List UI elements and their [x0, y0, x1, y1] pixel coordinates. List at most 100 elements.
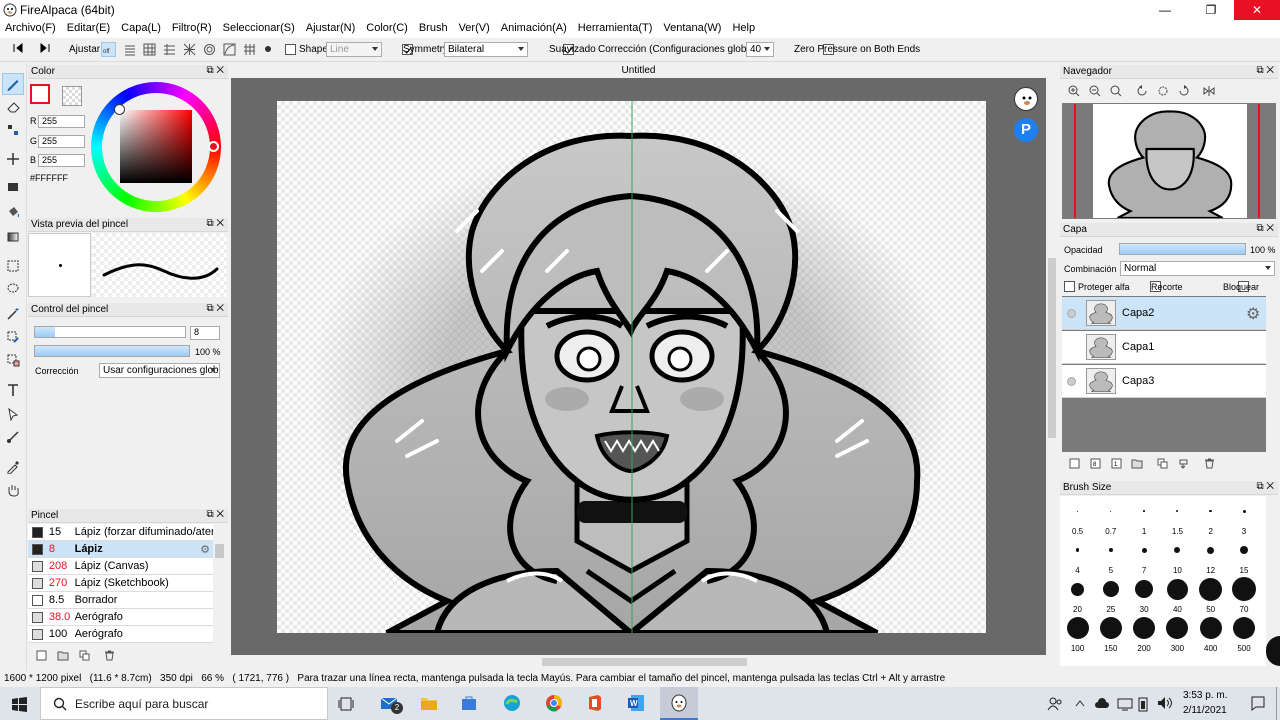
- new-8bit-layer-icon[interactable]: 8: [1090, 458, 1101, 469]
- battery-icon[interactable]: [1137, 696, 1149, 712]
- hand-tool-icon[interactable]: [2, 479, 24, 501]
- snap-crisscross-icon[interactable]: [162, 42, 177, 57]
- menu-color[interactable]: Color(C): [366, 20, 413, 38]
- magic-wand-tool-icon[interactable]: [2, 303, 24, 325]
- menu-editar[interactable]: Editar(E): [67, 20, 115, 38]
- brush-list-item[interactable]: 15 Lápiz (forzar difuminado/aten: [28, 524, 213, 541]
- snap-settings-icon[interactable]: [265, 46, 271, 52]
- merge-layer-icon[interactable]: [1178, 458, 1189, 469]
- panel-close-icon[interactable]: ⧉ ✕: [1256, 481, 1274, 492]
- snap-parallel-icon[interactable]: [122, 42, 137, 57]
- brush-list-item[interactable]: 38.0 Aerógrafo: [28, 609, 213, 626]
- snap-radial-icon[interactable]: [182, 42, 197, 57]
- menu-animacion[interactable]: Animación(A): [501, 20, 572, 38]
- brush-size-option[interactable]: 15: [1228, 537, 1261, 575]
- folder-brush-icon[interactable]: [57, 650, 69, 661]
- navigator-preview[interactable]: [1062, 103, 1276, 219]
- pen-tool-icon[interactable]: [2, 73, 24, 95]
- store-icon[interactable]: [460, 695, 478, 711]
- b-field[interactable]: 255: [38, 154, 85, 167]
- mail-icon[interactable]: 2: [380, 694, 403, 714]
- zoom-in-icon[interactable]: [1068, 85, 1080, 97]
- brush-size-option[interactable]: 200: [1128, 615, 1161, 653]
- flip-right-icon[interactable]: [40, 43, 50, 53]
- delete-brush-icon[interactable]: [104, 650, 115, 661]
- dot-tool-icon[interactable]: [2, 119, 24, 141]
- blend-mode-select[interactable]: Normal: [1120, 261, 1275, 276]
- brush-size-option[interactable]: 0.7: [1094, 498, 1127, 536]
- snap-off-icon[interactable]: off: [101, 42, 116, 57]
- layer-folder-icon[interactable]: [1131, 458, 1143, 469]
- panel-close-icon[interactable]: ⧉ ✕: [1256, 223, 1274, 234]
- eyedropper-tool-icon[interactable]: [2, 456, 24, 478]
- snap-curve-icon[interactable]: [222, 42, 237, 57]
- canvas-vertical-scrollbar[interactable]: [1046, 78, 1058, 655]
- task-view-icon[interactable]: [338, 696, 354, 712]
- canvas-tab[interactable]: Untitled: [231, 63, 1046, 78]
- color-wheel[interactable]: [91, 82, 221, 212]
- taskbar-search[interactable]: Escribe aquí para buscar: [40, 687, 328, 720]
- show-desktop-button[interactable]: [1276, 687, 1280, 720]
- shape-select[interactable]: Line: [326, 42, 382, 57]
- primary-color-swatch[interactable]: [30, 84, 50, 104]
- brush-size-option[interactable]: 4: [1061, 537, 1094, 575]
- select-pen-tool-icon[interactable]: [2, 326, 24, 348]
- new-layer-icon[interactable]: [1069, 458, 1080, 469]
- brush-size-option[interactable]: 5: [1094, 537, 1127, 575]
- menu-ajustar[interactable]: Ajustar(N): [306, 20, 361, 38]
- move-tool-icon[interactable]: [2, 148, 24, 170]
- duplicate-layer-icon[interactable]: [1157, 458, 1168, 469]
- bucket-tool-icon[interactable]: [2, 201, 24, 223]
- chrome-browser-icon[interactable]: [545, 694, 563, 712]
- brush-size-field[interactable]: 8: [190, 326, 220, 340]
- menu-help[interactable]: Help: [732, 20, 760, 38]
- clock-date[interactable]: 2/11/2021: [1183, 705, 1227, 716]
- panel-close-icon[interactable]: ⧉ ✕: [206, 65, 224, 76]
- maximize-button[interactable]: ❐: [1188, 0, 1234, 20]
- word-icon[interactable]: W: [627, 694, 645, 712]
- delete-layer-icon[interactable]: [1204, 458, 1215, 469]
- brush-size-option[interactable]: 1.5: [1161, 498, 1194, 536]
- alpaca-mascot-icon[interactable]: [1014, 87, 1038, 111]
- protect-alpha-checkbox[interactable]: [1064, 281, 1075, 292]
- brush-size-option[interactable]: 500: [1228, 615, 1261, 653]
- brush-size-option[interactable]: 50: [1194, 576, 1227, 614]
- snap-grid-icon[interactable]: [142, 42, 157, 57]
- new-1bit-layer-icon[interactable]: 1: [1111, 458, 1122, 469]
- brush-size-option[interactable]: 12: [1194, 537, 1227, 575]
- lasso-tool-icon[interactable]: [2, 278, 24, 300]
- brush-size-option[interactable]: 100: [1061, 615, 1094, 653]
- panel-close-icon[interactable]: ⧉ ✕: [206, 303, 224, 314]
- network-icon[interactable]: [1117, 697, 1133, 711]
- hue-picker-handle[interactable]: [208, 141, 219, 152]
- brush-size-option[interactable]: 2: [1194, 498, 1227, 536]
- drawing-canvas[interactable]: [277, 101, 986, 633]
- layer-list-scrollbar[interactable]: [1266, 296, 1276, 452]
- divide-tool-icon[interactable]: [2, 426, 24, 448]
- brush-size-option[interactable]: 25: [1094, 576, 1127, 614]
- layer-row[interactable]: Capa2 ⚙: [1062, 297, 1266, 330]
- brush-size-option[interactable]: 10: [1161, 537, 1194, 575]
- office-icon[interactable]: [587, 694, 603, 712]
- brush-size-option[interactable]: 40: [1161, 576, 1194, 614]
- brush-size-option[interactable]: 30: [1128, 576, 1161, 614]
- text-tool-icon[interactable]: [2, 379, 24, 401]
- menu-brush[interactable]: Brush: [419, 20, 453, 38]
- select-eraser-tool-icon[interactable]: [2, 349, 24, 371]
- eraser-tool-icon[interactable]: [2, 96, 24, 118]
- brush-size-option[interactable]: 20: [1061, 576, 1094, 614]
- brush-opacity-slider[interactable]: [34, 345, 190, 357]
- gradient-tool-icon[interactable]: [2, 226, 24, 248]
- flip-canvas-icon[interactable]: [1203, 85, 1215, 97]
- brush-size-option[interactable]: 0.5: [1061, 498, 1094, 536]
- notification-icon[interactable]: [1250, 695, 1266, 711]
- duplicate-brush-icon[interactable]: [79, 650, 90, 661]
- shape-checkbox[interactable]: [285, 44, 296, 55]
- brush-size-option[interactable]: 7: [1128, 537, 1161, 575]
- panel-close-icon[interactable]: ⧉ ✕: [206, 218, 224, 229]
- brush-correccion-select[interactable]: Usar configuraciones global: [99, 363, 220, 378]
- windows-start-icon[interactable]: [12, 697, 27, 712]
- menu-seleccionar[interactable]: Seleccionar(S): [223, 20, 300, 38]
- brush-size-option[interactable]: 150: [1094, 615, 1127, 653]
- snap-circle-icon[interactable]: [202, 42, 217, 57]
